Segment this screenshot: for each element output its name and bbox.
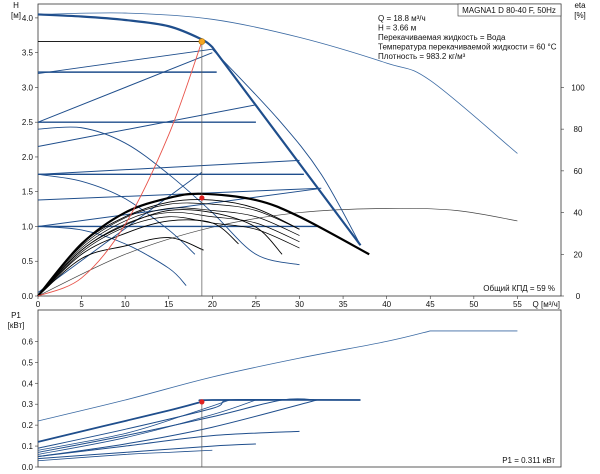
y2-tick-label: 20: [574, 250, 583, 259]
power-y-tick-label: 0.1: [22, 442, 34, 451]
chart-title: MAGNA1 D 80-40 F, 50Hz: [462, 6, 556, 15]
power-y-tick-label: 0.3: [22, 400, 34, 409]
proportional-pressure-curve: [37, 159, 300, 175]
info-line: Q = 18.8 м³/ч: [378, 14, 426, 23]
y2-tick-label: 40: [574, 209, 583, 218]
efficiency-label: Общий КПД = 59 %: [483, 284, 555, 293]
proportional-pressure-curve: [37, 104, 257, 148]
info-line: Перекачиваемая жидкость = Вода: [378, 33, 506, 42]
x-axis-label: Q [м³/ч]: [533, 300, 560, 309]
pump-curve-chart: 0 5 10 15 20 25 30 35 40 45 50 55 0.0 0.5 1.0 1.5 2.0 2.5…: [8, 1, 586, 472]
power-y-tick-label: 0.4: [22, 379, 34, 388]
x-tick-label: 20: [208, 300, 217, 309]
power-curve: [37, 398, 361, 443]
y-tick-label: 3.0: [22, 83, 34, 92]
power-curve: [37, 449, 213, 462]
power-y-axis-unit: [кВт]: [8, 321, 25, 330]
y-axis-label: H: [13, 1, 19, 10]
y2-axis-label: eta: [574, 1, 586, 10]
head-curve: [37, 48, 213, 74]
y-tick-label: 2.5: [22, 118, 34, 127]
power-y-tick-label: 0.6: [22, 337, 34, 346]
y2-tick-label: 0: [576, 292, 581, 301]
efficiency-duty-point-marker: [199, 195, 205, 201]
power-y-tick-label: 0.0: [22, 463, 34, 472]
x-tick-label: 35: [339, 300, 348, 309]
system-curve: [37, 41, 203, 297]
duty-point-marker: [198, 38, 206, 45]
head-curve: [37, 173, 196, 255]
y-tick-label: 2.0: [22, 153, 34, 162]
power-plot-frame: [37, 309, 562, 468]
info-line: H = 3.66 м: [378, 24, 416, 33]
x-tick-label: 50: [469, 300, 478, 309]
power-y-tick-label: 0.5: [22, 358, 34, 367]
x-tick-label: 30: [295, 300, 304, 309]
y-tick-label: 3.5: [22, 49, 34, 58]
x-tick-label: 25: [251, 300, 260, 309]
chart-texts: MAGNA1 D 80-40 F, 50Hz Q = 18.8 м³/чH = 3…: [378, 3, 562, 465]
x-tick-label: 5: [79, 300, 84, 309]
y-axis-unit: [м]: [11, 11, 21, 20]
x-tick-label: 55: [513, 300, 522, 309]
power-duty-point-marker: [199, 399, 205, 405]
head-curve: [37, 126, 300, 266]
x-tick-label: 15: [164, 300, 173, 309]
y2-tick-label: 100: [571, 83, 585, 92]
y2-tick-label: 60: [574, 167, 583, 176]
power-curve: [37, 398, 317, 453]
power-y-tick-label: 0.2: [22, 421, 34, 430]
info-line: Плотность = 983.2 кг/м³: [378, 52, 466, 61]
y2-axis-unit: [%]: [574, 11, 586, 20]
x-tick-label: 40: [382, 300, 391, 309]
power-y-axis-label: P1: [11, 311, 21, 320]
x-tick-label: 0: [36, 300, 41, 309]
y-tick-label: 0.0: [22, 292, 34, 301]
x-tick-label: 45: [426, 300, 435, 309]
info-line: Температура перекачиваемой жидкости = 60…: [378, 43, 557, 52]
efficiency-curve: [37, 211, 300, 297]
x-tick-label: 10: [121, 300, 130, 309]
power-label: P1 = 0.311 кВт: [502, 456, 555, 465]
y-tick-label: 4.0: [22, 14, 34, 23]
efficiency-curve: [37, 192, 370, 297]
y-tick-label: 0.5: [22, 257, 34, 266]
y2-tick-label: 80: [574, 125, 583, 134]
y-tick-label: 1.5: [22, 188, 34, 197]
power-curve: [37, 430, 300, 458]
max-power-curve: [37, 330, 518, 422]
power-panel: 0.0 0.1 0.2 0.3 0.4 0.5 0.6 P1[кВт]: [8, 309, 562, 472]
y-tick-label: 1.0: [22, 222, 34, 231]
